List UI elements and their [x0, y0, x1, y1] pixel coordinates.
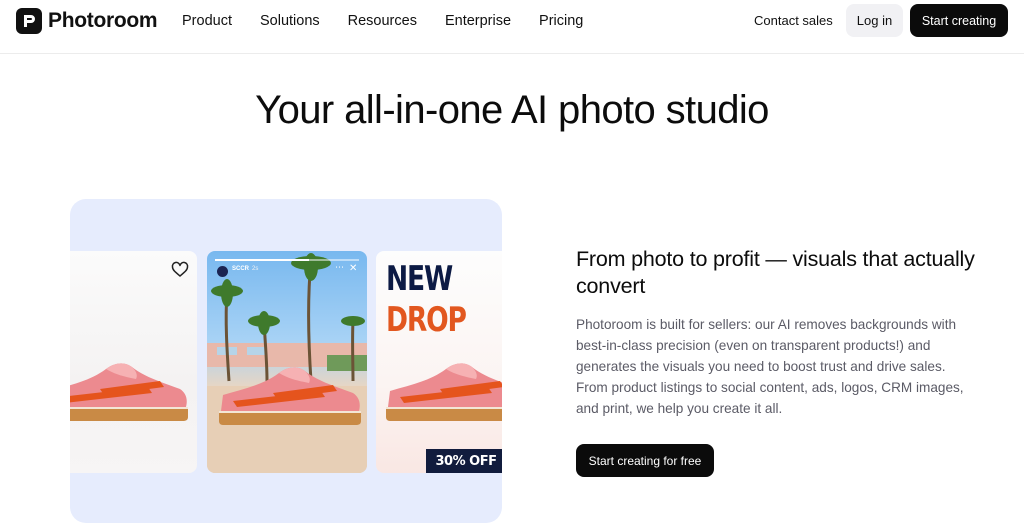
more-icon[interactable]: ⋯: [335, 262, 344, 273]
page-title: Your all-in-one AI photo studio: [255, 88, 769, 132]
photoroom-logo-icon: [16, 8, 42, 34]
start-creating-button[interactable]: Start creating: [910, 4, 1008, 37]
brand-name: Photoroom: [48, 9, 158, 32]
menu-item-enterprise[interactable]: Enterprise: [445, 13, 511, 29]
top-navigation: Photoroom Product Solutions Resources En…: [0, 0, 1024, 54]
feature-heading: From photo to profit — visuals that actu…: [576, 247, 975, 298]
feature-description: Photoroom is built for sellers: our AI r…: [576, 317, 964, 416]
promo-headline-drop: DROP: [386, 300, 467, 340]
promo-headline-new: NEW: [386, 259, 453, 299]
menu-item-product[interactable]: Product: [182, 13, 232, 29]
promo-card: NEW DROP 30% OFF: [376, 251, 502, 473]
avatar: [217, 266, 228, 277]
close-icon[interactable]: ✕: [349, 264, 357, 274]
menu-item-solutions[interactable]: Solutions: [260, 13, 320, 29]
sneaker-image: [219, 367, 361, 425]
brand-logo[interactable]: Photoroom: [16, 8, 158, 34]
story-username: SCCR: [232, 266, 250, 272]
showcase-panel: SCCR 2s ⋯ ✕ NEW DROP 30% OFF: [70, 199, 502, 523]
contact-sales-link[interactable]: Contact sales: [754, 13, 833, 29]
start-creating-free-button[interactable]: Start creating for free: [576, 444, 714, 477]
heart-icon[interactable]: [171, 261, 189, 279]
story-timestamp: 2s: [252, 266, 259, 272]
sneaker-image: [70, 363, 188, 421]
story-progress-bar: [215, 259, 359, 261]
sneaker-image: [386, 363, 502, 421]
story-card: SCCR 2s ⋯ ✕: [207, 251, 367, 473]
listing-card: [70, 251, 197, 473]
menu-item-pricing[interactable]: Pricing: [539, 13, 583, 29]
discount-badge: 30% OFF: [426, 449, 502, 473]
login-button[interactable]: Log in: [846, 4, 903, 37]
menu-item-resources[interactable]: Resources: [348, 13, 417, 29]
main-menu: Product Solutions Resources Enterprise P…: [182, 13, 611, 29]
